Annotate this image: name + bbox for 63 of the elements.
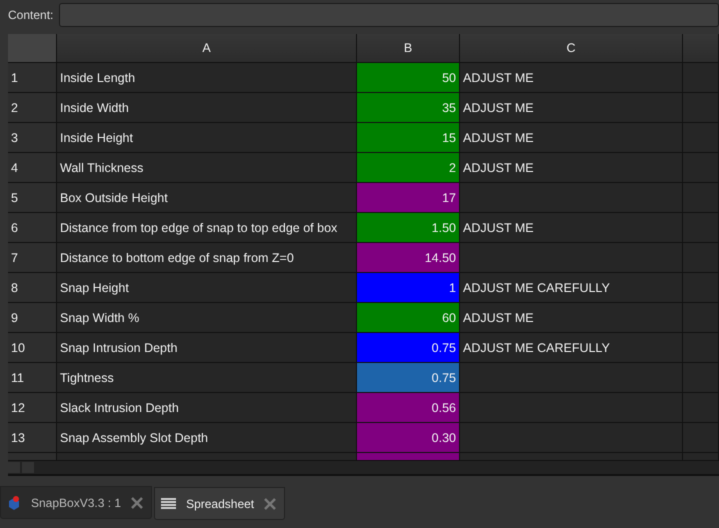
- table-cell: ADJUST ME CAREFULLY: [460, 273, 683, 303]
- table-cell: Inside Width: [57, 93, 357, 123]
- row-header[interactable]: 13: [8, 423, 57, 453]
- row-header[interactable]: [8, 453, 57, 461]
- table-cell: ADJUST ME: [460, 153, 683, 183]
- table-cell: Snap Intrusion Depth: [57, 333, 357, 363]
- table-cell: 1: [357, 273, 460, 303]
- table-cell: ADJUST ME: [460, 93, 683, 123]
- table-cell: 50: [357, 63, 460, 93]
- document-tab[interactable]: SnapBoxV3.3 : 1: [0, 486, 152, 519]
- table-cell: Tightness: [57, 363, 357, 393]
- table-cell: Distance to bottom edge of snap from Z=0: [57, 243, 357, 273]
- table-cell: ADJUST ME CAREFULLY: [460, 333, 683, 363]
- horizontal-scrollbar[interactable]: [8, 461, 719, 476]
- row-header[interactable]: 5: [8, 183, 57, 213]
- table-cell: 14.50: [357, 243, 460, 273]
- table-cell: 0.30: [357, 423, 460, 453]
- row-header[interactable]: 7: [8, 243, 57, 273]
- close-icon[interactable]: [131, 496, 144, 508]
- table-cell: 35: [357, 93, 460, 123]
- table-cell: Box Outside Height: [57, 183, 357, 213]
- table-cell: 17: [357, 183, 460, 213]
- content-field[interactable]: [59, 3, 719, 27]
- corner-header[interactable]: [8, 34, 57, 63]
- row-header[interactable]: 9: [8, 303, 57, 333]
- table-cell: 0.75: [357, 333, 460, 363]
- row-header[interactable]: 11: [8, 363, 57, 393]
- table-cell: 60: [357, 303, 460, 333]
- column-header[interactable]: B: [357, 34, 460, 63]
- row-header[interactable]: 10: [8, 333, 57, 363]
- row-header[interactable]: 12: [8, 393, 57, 423]
- column-header[interactable]: [683, 34, 719, 63]
- content-label: Content:: [8, 8, 54, 22]
- table-cell: Slack Intrusion Depth: [57, 393, 357, 423]
- table-cell: Wall Thickness: [57, 153, 357, 183]
- column-header[interactable]: C: [460, 34, 683, 63]
- table-cell: Snap Height: [57, 273, 357, 303]
- row-header[interactable]: 6: [8, 213, 57, 243]
- row-header[interactable]: 8: [8, 273, 57, 303]
- document-tab[interactable]: Spreadsheet: [154, 487, 286, 520]
- table-cell: ADJUST ME: [460, 213, 683, 243]
- table-cell: 1.50: [357, 213, 460, 243]
- table-cell: ADJUST ME: [460, 63, 683, 93]
- close-icon[interactable]: [264, 498, 276, 510]
- column-header[interactable]: A: [57, 34, 357, 63]
- table-cell: Snap Width %: [57, 303, 357, 333]
- table-cell: 15: [357, 123, 460, 153]
- row-header[interactable]: 3: [8, 123, 57, 153]
- table-cell: 0.75: [357, 363, 460, 393]
- row-header[interactable]: 4: [8, 153, 57, 183]
- table-cell: 0.56: [357, 393, 460, 423]
- row-header[interactable]: 1: [8, 63, 57, 93]
- table-cell: [683, 63, 719, 93]
- cube-icon: [7, 494, 21, 510]
- table-cell: Snap Assembly Slot Depth: [57, 423, 357, 453]
- table-cell: ADJUST ME: [460, 123, 683, 153]
- spreadsheet-icon: [161, 498, 176, 510]
- row-header[interactable]: 2: [8, 93, 57, 123]
- table-cell: 2: [357, 153, 460, 183]
- table-cell: Inside Height: [57, 123, 357, 153]
- table-cell: Inside Length: [57, 63, 357, 93]
- table-cell: Distance from top edge of snap to top edge of box: [57, 213, 357, 243]
- table-cell: ADJUST ME: [460, 303, 683, 333]
